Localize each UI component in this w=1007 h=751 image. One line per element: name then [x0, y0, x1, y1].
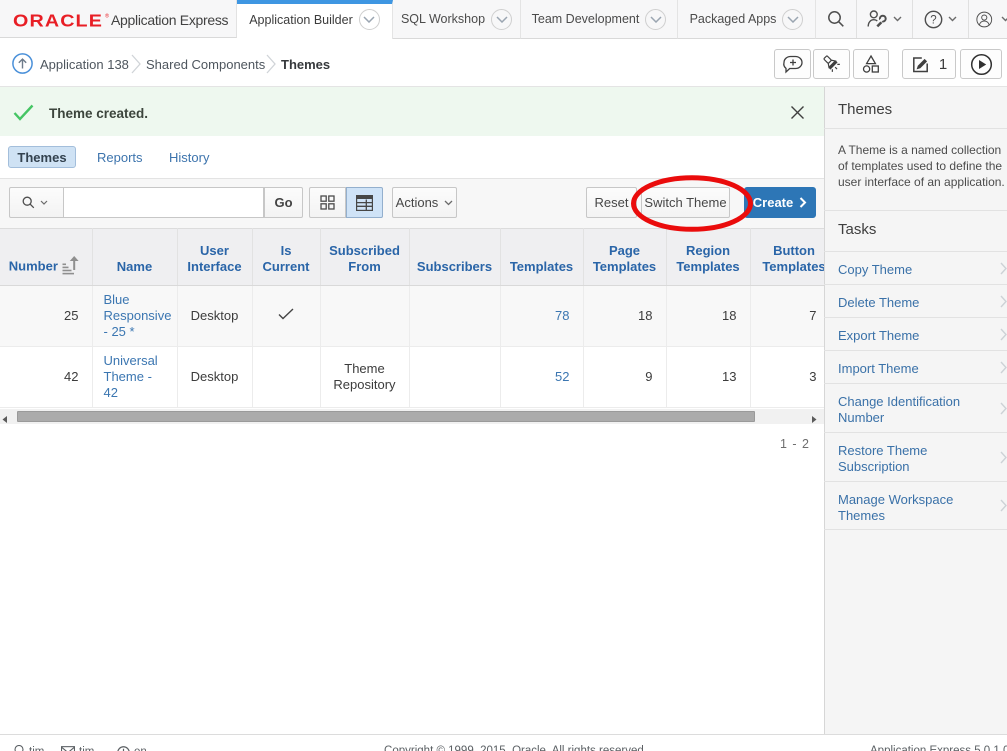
svg-text:®: ® [105, 13, 109, 20]
svg-text:?: ? [930, 14, 936, 26]
svg-text:ORACLE: ORACLE [13, 11, 103, 30]
